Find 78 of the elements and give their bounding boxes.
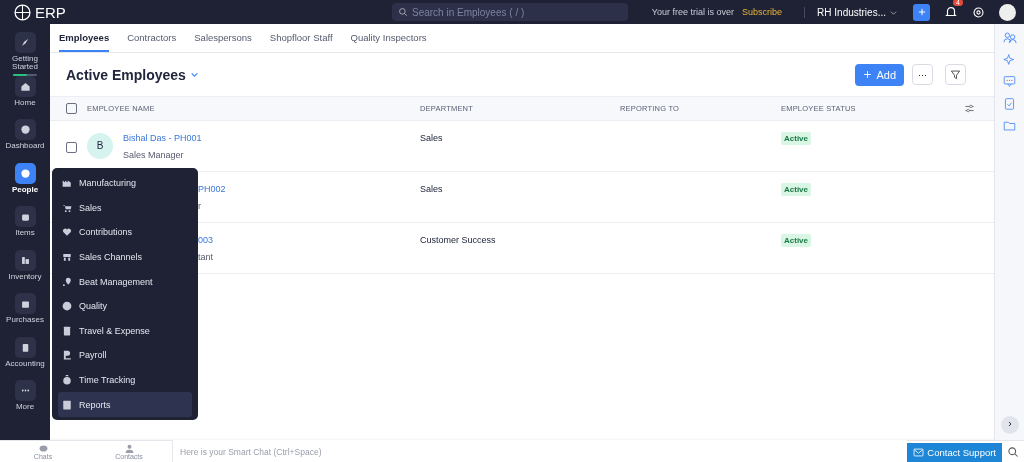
employee-link[interactable]: PH002: [198, 184, 226, 194]
select-all-checkbox[interactable]: [66, 103, 77, 114]
bell-icon: [944, 5, 958, 19]
sidebar-item[interactable]: Getting Started: [0, 32, 50, 71]
tab[interactable]: Employees: [59, 24, 110, 52]
filter-icon: [950, 69, 961, 80]
menu-item[interactable]: Time Tracking: [58, 367, 192, 393]
more-button[interactable]: ···: [912, 64, 933, 85]
search-icon: [1007, 446, 1019, 458]
pin-icon: [62, 276, 72, 287]
menu-item[interactable]: Contributions: [58, 220, 192, 245]
department-cell: Sales: [420, 133, 443, 143]
search-field[interactable]: Search in Employees ( / ): [392, 3, 628, 21]
avatar: B: [87, 132, 113, 159]
sidebar-item[interactable]: Inventory: [0, 249, 50, 288]
tab[interactable]: Contractors: [127, 24, 177, 52]
settings-icon: [972, 5, 985, 19]
sidebar-item[interactable]: More: [0, 380, 50, 419]
menu-item[interactable]: Manufacturing: [58, 171, 192, 196]
sidebar-item[interactable]: Purchases: [0, 293, 50, 332]
chevron-down-icon: [189, 70, 199, 79]
plus-icon: [916, 7, 927, 17]
folder-icon: [1003, 119, 1016, 132]
sidebar-item[interactable]: Home: [0, 75, 50, 114]
tab[interactable]: Salespersons: [194, 24, 252, 52]
plus-icon: [863, 70, 873, 79]
view-title[interactable]: Active Employees: [66, 66, 186, 83]
column-settings-icon: [964, 103, 975, 114]
home-icon: [19, 80, 31, 92]
employee-role: r: [198, 201, 201, 211]
tab[interactable]: Shopfloor Staff: [269, 24, 333, 52]
stopwatch-icon: [62, 375, 72, 386]
sidebar-item[interactable]: People: [0, 162, 50, 201]
add-button[interactable]: Add: [855, 63, 904, 86]
row-checkbox[interactable]: [66, 142, 77, 153]
contact-support-button[interactable]: Contact Support: [907, 442, 1002, 462]
department-cell: Sales: [420, 184, 443, 194]
checklist-icon: [1003, 97, 1016, 110]
employee-role: Sales Manager: [123, 150, 184, 160]
employee-role: tant: [198, 252, 213, 262]
payroll-icon: [62, 350, 72, 361]
status-badge: Active: [781, 183, 811, 196]
inventory-icon: [19, 254, 31, 266]
menu-item[interactable]: Travel & Expense: [58, 318, 192, 344]
menu-item[interactable]: Quality: [58, 293, 192, 319]
filter-button[interactable]: [945, 64, 966, 85]
chat-bubble-icon: [38, 444, 48, 453]
chat-icon: [1003, 75, 1016, 88]
tab[interactable]: Quality Inspectors: [350, 24, 427, 52]
heart-icon: [62, 227, 72, 238]
sidebar-item[interactable]: Dashboard: [0, 119, 50, 158]
new-button[interactable]: [913, 3, 930, 21]
employee-link[interactable]: 003: [198, 235, 214, 245]
employee-link[interactable]: Bishal Das - PH001: [123, 133, 202, 143]
people-icon: [1002, 30, 1017, 44]
sidebar-item[interactable]: Items: [0, 206, 50, 245]
menu-item[interactable]: Payroll: [58, 343, 192, 368]
menu-item[interactable]: Sales: [58, 195, 192, 221]
sidebar-item[interactable]: Accounting: [0, 336, 50, 375]
cart-icon: [62, 202, 72, 213]
status-badge: Active: [781, 234, 811, 247]
menu-item[interactable]: Beat Management: [58, 269, 192, 294]
globe-icon: [14, 3, 31, 21]
sparkle-icon: [1003, 53, 1016, 66]
department-cell: Customer Success: [420, 235, 496, 245]
status-badge: Active: [781, 132, 811, 145]
store-icon: [62, 252, 72, 263]
smart-chat-field[interactable]: Here is your Smart Chat (Ctrl+Space): [172, 440, 908, 462]
user-avatar[interactable]: [999, 3, 1016, 21]
subscribe-link[interactable]: Subscribe: [742, 7, 783, 17]
factory-icon: [62, 178, 72, 189]
menu-item[interactable]: Reports: [58, 392, 192, 417]
trial-notice: Your free trial is over: [651, 7, 735, 17]
mail-icon: [913, 446, 925, 458]
app-name: ERP: [35, 3, 66, 21]
organization-switcher[interactable]: RH Industries...: [804, 6, 897, 18]
chevron-down-icon: [890, 8, 897, 16]
menu-item[interactable]: Sales Channels: [58, 244, 192, 270]
